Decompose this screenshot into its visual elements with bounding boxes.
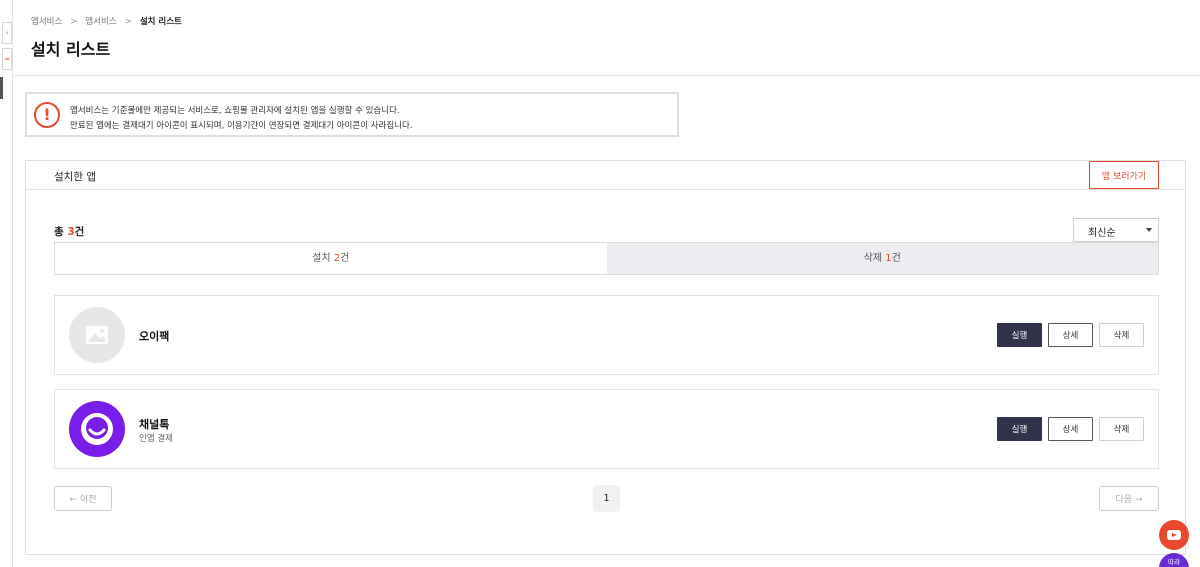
breadcrumb-separator: >: [124, 17, 132, 27]
tab-suffix: 건: [340, 253, 350, 264]
view-apps-button[interactable]: 앱 보러가기: [1089, 161, 1159, 189]
page-title: 설치 리스트: [31, 40, 111, 59]
sort-select[interactable]: 최신순: [1073, 218, 1159, 242]
tab-suffix: 건: [891, 253, 901, 264]
delete-button[interactable]: 삭제: [1099, 417, 1144, 441]
total-suffix: 건: [74, 226, 85, 238]
image-placeholder-icon: [69, 307, 125, 363]
breadcrumb-current: 설치 리스트: [139, 17, 182, 27]
side-rail: ‹ ≈: [0, 0, 13, 567]
tab-label: 삭제: [863, 253, 886, 264]
next-page-button[interactable]: 다음 →: [1099, 486, 1159, 511]
sort-selected: 최신순: [1088, 228, 1116, 239]
caret-down-icon: [1146, 228, 1152, 232]
page-number-current[interactable]: 1: [593, 485, 620, 512]
tab-label: 설치: [312, 253, 334, 264]
app-subtitle: 인앱 결제: [139, 434, 173, 444]
play-icon: [1167, 530, 1181, 540]
total-prefix: 총: [54, 226, 68, 238]
next-label: 다음: [1115, 495, 1133, 505]
panel-header: 설치한 앱 앱 보러가기: [26, 161, 1185, 190]
total-count: 총 3건: [54, 224, 84, 239]
run-button[interactable]: 실행: [997, 417, 1042, 441]
breadcrumb-item[interactable]: 앱서비스: [85, 17, 116, 27]
app-name: 채널톡: [139, 418, 170, 431]
notice-text: 만료된 앱에는 결제대기 아이콘이 표시되며, 이용기간이 연장되면 결제대기 …: [70, 121, 413, 131]
menu-toggle-icon[interactable]: ≈: [2, 48, 12, 70]
rail-active-marker: [0, 77, 3, 99]
breadcrumb: 앱서비스 > 앱서비스 > 설치 리스트: [31, 15, 182, 27]
prev-label: 이전: [79, 495, 97, 505]
app-name: 오이팩: [139, 330, 170, 343]
tab-deleted[interactable]: 삭제 1건: [606, 243, 1158, 274]
channel-talk-logo-icon: [69, 401, 125, 457]
page-header: 앱서비스 > 앱서비스 > 설치 리스트 설치 리스트: [13, 0, 1200, 76]
app-card: 채널톡 인앱 결제 실행 상세 삭제: [54, 389, 1159, 469]
collapse-arrow-icon[interactable]: ‹: [2, 22, 12, 44]
youtube-icon[interactable]: [1159, 520, 1189, 550]
run-button[interactable]: 실행: [997, 323, 1042, 347]
app-card: 오이팩 실행 상세 삭제: [54, 295, 1159, 375]
detail-button[interactable]: 상세: [1048, 323, 1093, 347]
notice-text: 앱서비스는 기준몰에만 제공되는 서비스로, 쇼핑몰 관리자에 설치된 앱을 실…: [70, 106, 400, 116]
follow-button[interactable]: 따라: [1159, 553, 1189, 567]
breadcrumb-separator: >: [70, 17, 78, 27]
notice-box: ! 앱서비스는 기준몰에만 제공되는 서비스로, 쇼핑몰 관리자에 설치된 앱을…: [25, 92, 679, 137]
panel-title: 설치한 앱: [54, 171, 96, 183]
total-number: 3: [67, 226, 75, 238]
status-tabs: 설치 2건 삭제 1건: [54, 242, 1159, 275]
detail-button[interactable]: 상세: [1048, 417, 1093, 441]
arrow-left-icon: ←: [69, 495, 78, 505]
installed-apps-panel: 설치한 앱 앱 보러가기 총 3건 최신순 설치 2건 삭제 1건 오이팩 실행…: [25, 160, 1186, 555]
arrow-right-icon: →: [1134, 495, 1143, 505]
exclamation-icon: !: [34, 102, 60, 128]
tab-installed[interactable]: 설치 2건: [55, 243, 607, 274]
prev-page-button[interactable]: ← 이전: [54, 486, 112, 511]
delete-button[interactable]: 삭제: [1099, 323, 1144, 347]
breadcrumb-item[interactable]: 앱서비스: [31, 17, 62, 27]
